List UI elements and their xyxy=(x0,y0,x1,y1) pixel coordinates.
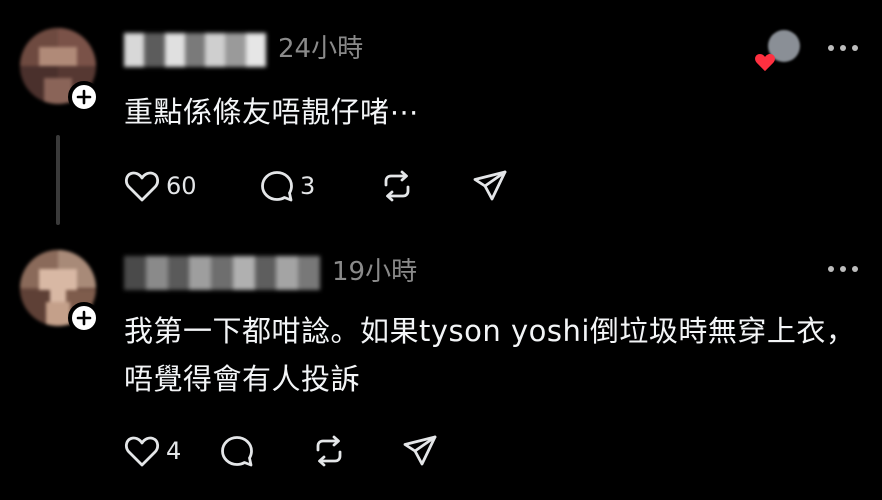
heart-outline-icon xyxy=(125,171,159,202)
reply-post: 19小時 我第一下都咁諗。如果tyson yoshi倒垃圾時無穿上衣，唔覺得會有… xyxy=(0,240,882,500)
post-text: 我第一下都咁諗。如果tyson yoshi倒垃圾時無穿上衣，唔覺得會有人投訴 xyxy=(124,314,856,396)
like-count: 4 xyxy=(166,437,182,465)
reply-count: 3 xyxy=(300,172,316,200)
repost-arrows-icon xyxy=(316,435,342,467)
timestamp: 24小時 xyxy=(278,34,364,64)
action-bar: 4 xyxy=(124,429,442,473)
repost-button[interactable] xyxy=(312,429,402,473)
post-text: 重點係條友唔靚仔啫⋯ xyxy=(124,95,420,129)
plus-icon xyxy=(76,89,92,105)
reply-post: 24小時 重點係條友唔靚仔啫⋯ 60 3 xyxy=(0,0,882,240)
action-bar: 60 3 xyxy=(124,164,512,208)
repost-arrows-icon xyxy=(384,170,410,202)
timestamp: 19小時 xyxy=(332,257,418,287)
reply-button[interactable] xyxy=(220,429,312,473)
speech-bubble-icon xyxy=(221,436,253,467)
plus-icon xyxy=(76,310,92,326)
heart-badge-icon xyxy=(755,53,775,72)
speech-bubble-icon xyxy=(261,171,293,202)
follow-button[interactable] xyxy=(68,302,100,334)
thread-line xyxy=(56,135,60,225)
reply-button[interactable]: 3 xyxy=(260,164,380,208)
more-dots-icon[interactable] xyxy=(826,264,860,274)
paper-plane-icon xyxy=(473,170,507,201)
like-count: 60 xyxy=(166,172,197,200)
repost-button[interactable] xyxy=(380,164,472,208)
username-redacted[interactable] xyxy=(124,256,321,290)
like-button[interactable]: 4 xyxy=(124,429,220,473)
paper-plane-icon xyxy=(403,435,437,466)
like-button[interactable]: 60 xyxy=(124,164,220,208)
heart-outline-icon xyxy=(125,436,159,467)
username-redacted[interactable] xyxy=(124,33,266,67)
more-dots-icon[interactable] xyxy=(826,43,860,53)
share-button[interactable] xyxy=(402,429,442,473)
share-button[interactable] xyxy=(472,164,512,208)
follow-button[interactable] xyxy=(68,81,100,113)
